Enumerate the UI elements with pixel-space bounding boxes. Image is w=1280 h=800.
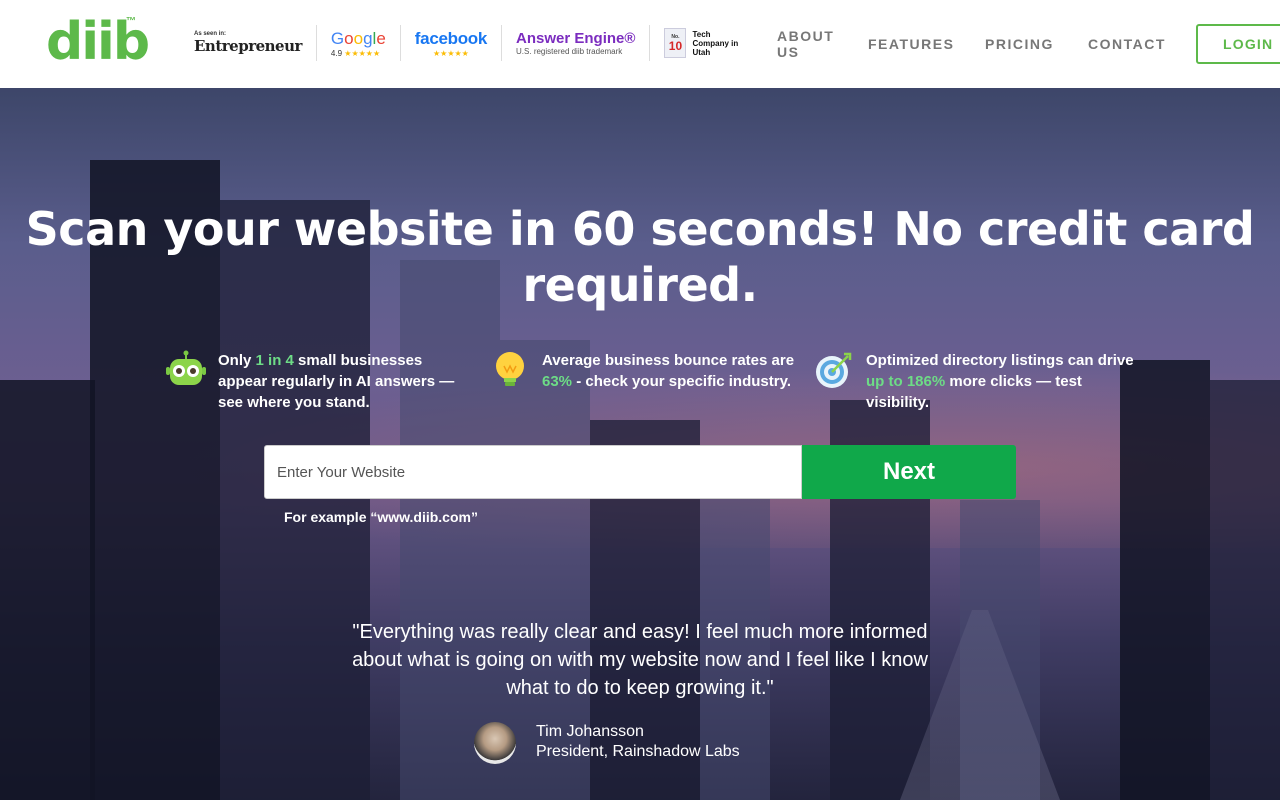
target-icon [816,352,852,388]
testimonial-avatar [474,722,516,764]
skyline-building [1120,360,1210,800]
testimonial-author-name: Tim Johansson [536,723,644,740]
answer-engine-sub: U.S. registered diib trademark [516,47,623,56]
feature-highlight: 63% [542,373,573,390]
feature-directory-listings: Optimized directory listings can drive u… [814,350,1134,413]
google-stars-icon: ★★★★★ [344,48,381,58]
login-button[interactable]: LOGIN [1196,24,1280,64]
press-badges: As seen in: Entrepreneur Google 4.9 ★★★★… [190,22,754,64]
skyline-building [0,380,95,800]
feature-highlight: up to 186% [866,373,946,390]
input-example-hint: For example “www.diib.com” [284,509,478,525]
hero-section: Scan your website in 60 seconds! No cred… [0,88,1280,800]
nav-about-us[interactable]: ABOUT US [777,28,847,60]
nav-contact[interactable]: CONTACT [1088,36,1166,52]
feature-text: Optimized directory listings can drive u… [866,350,1134,413]
google-rating-value: 4.9 [330,48,343,58]
entrepreneur-badge: As seen in: Entrepreneur [190,25,317,61]
feature-ai-answers: Only 1 in 4 small businesses appear regu… [166,350,466,413]
tech-company-badge: No. 10 Tech Company in Utah [650,25,754,61]
robot-icon [166,350,206,385]
facebook-stars-icon: ★★★★★ [432,48,469,58]
facebook-logo: facebook [414,28,488,48]
logo-trademark: ™ [126,16,136,27]
site-header: diib ™ As seen in: Entrepreneur Google 4… [0,0,1280,88]
answer-engine-logo: Answer Engine® [516,30,636,47]
next-button[interactable]: Next [802,445,1016,499]
tech-company-label: Tech Company in Utah [692,29,739,57]
testimonial-quote: "Everything was really clear and easy! I… [352,621,928,699]
diib-logo[interactable]: diib ™ [46,14,150,70]
skyline-building [400,260,500,800]
testimonial-author-title: President, Rainshadow Labs [536,743,740,760]
website-input[interactable] [264,445,802,499]
google-logo: Google [330,28,386,48]
tech-rank-icon: No. 10 [664,28,687,58]
hero-title: Scan your website in 60 seconds! No cred… [25,202,1255,312]
feature-text: Average business bounce rates are 63% - … [542,350,800,392]
google-rating: 4.9 ★★★★★ [331,49,386,58]
answer-engine-badge: Answer Engine® U.S. registered diib trad… [502,25,651,61]
testimonial-author: Tim Johansson President, Rainshadow Labs [536,722,740,762]
skyline-building [1210,380,1280,800]
feature-highlight: 1 in 4 [255,352,294,369]
feature-bounce-rates: Average business bounce rates are 63% - … [490,350,800,392]
facebook-badge: facebook ★★★★★ [401,25,503,61]
feature-text-pre: Average business bounce rates are [542,352,795,369]
feature-text-pre: Optimized directory listings can drive [866,352,1134,369]
nav-features[interactable]: FEATURES [868,36,954,52]
lightbulb-icon [496,352,524,386]
feature-text-pre: Only [218,352,256,369]
tech-rank-number: 10 [668,39,683,53]
google-badge: Google 4.9 ★★★★★ [317,25,401,61]
nav-pricing[interactable]: PRICING [985,36,1054,52]
feature-text: Only 1 in 4 small businesses appear regu… [218,350,466,413]
entrepreneur-logo: Entrepreneur [194,37,302,55]
feature-text-post: - check your specific industry. [572,373,791,390]
